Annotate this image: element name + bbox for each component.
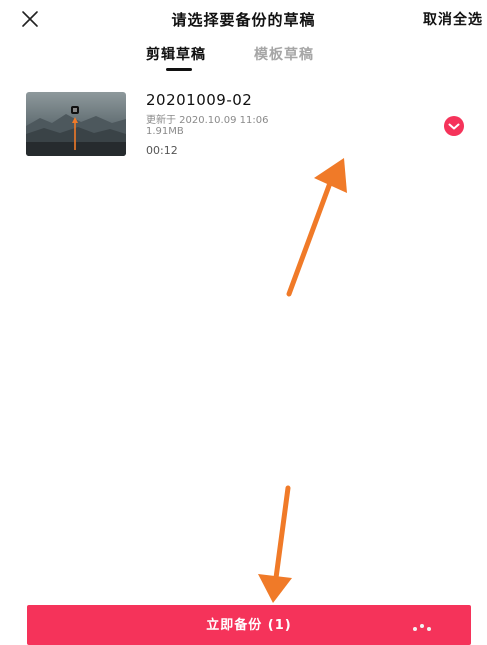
close-button[interactable] [18,7,42,31]
tab-edit-drafts[interactable]: 剪辑草稿 [146,44,206,64]
tab-template-drafts[interactable]: 模板草稿 [254,44,314,64]
active-tab-indicator [166,68,192,71]
draft-duration: 00:12 [146,144,178,157]
page-title: 请选择要备份的草稿 [171,11,316,29]
draft-list-item[interactable]: 20201009-02 更新于 2020.10.09 11:06 1.91MB … [0,88,487,160]
arrow-up-annotation [286,158,347,297]
draft-name: 20201009-02 [146,91,253,109]
draft-tabs: 剪辑草稿 模板草稿 [0,44,487,76]
draft-file-size: 1.91MB [146,126,184,137]
header-bar: 请选择要备份的草稿 取消全选 [0,0,487,40]
arrow-down-annotation [258,485,292,603]
draft-select-checkbox[interactable] [443,115,465,137]
landscape-thumbnail-image [26,92,126,156]
backup-button-label: 立即备份 (1) [206,618,292,633]
close-icon [22,11,38,27]
deselect-all-button[interactable]: 取消全选 [423,9,483,29]
draft-updated-time: 更新于 2020.10.09 11:06 [146,115,269,126]
loading-indicator-icon [413,624,431,631]
checked-icon [444,116,464,136]
backup-now-button[interactable]: 立即备份 (1) [27,605,471,645]
draft-thumbnail [26,92,126,156]
